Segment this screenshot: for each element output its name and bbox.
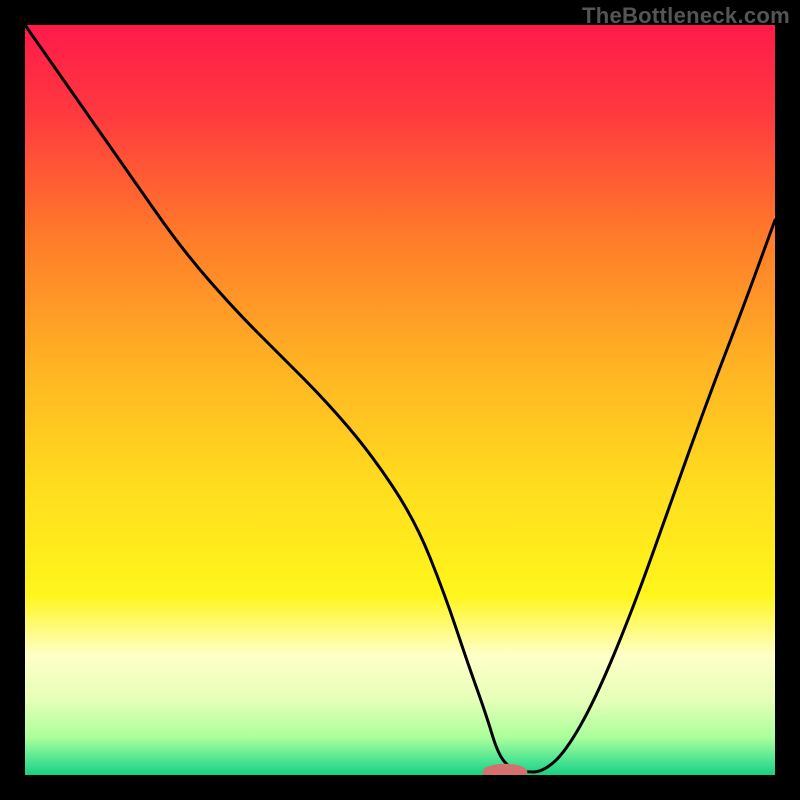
chart-svg (25, 25, 775, 775)
chart-frame: TheBottleneck.com (0, 0, 800, 800)
plot-area (25, 25, 775, 775)
gradient-background (25, 25, 775, 775)
